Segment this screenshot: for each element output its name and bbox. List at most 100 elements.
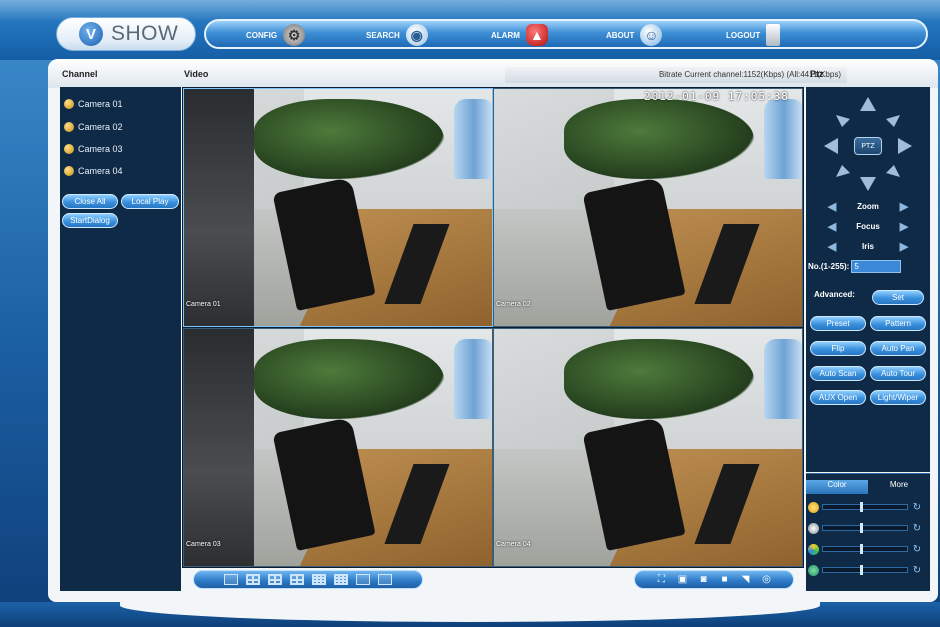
saturation-row: ↻ — [808, 542, 928, 556]
contrast-slider[interactable] — [822, 523, 908, 533]
slider-thumb[interactable] — [860, 523, 864, 533]
video-tile-2[interactable]: 2012-01-09 17:05:38 Camera 02 — [493, 88, 803, 327]
video-tile-label: Camera 02 — [496, 301, 531, 308]
split-6-button[interactable] — [268, 574, 282, 585]
zoom-row: ◀ Zoom ▶ — [806, 199, 930, 213]
channel-item-camera-04[interactable]: Camera 04 — [64, 163, 123, 179]
video-tile-3[interactable]: Camera 03 — [183, 328, 493, 567]
zoom-out-icon[interactable]: ◀ — [824, 199, 840, 213]
tab-more[interactable]: More — [868, 480, 930, 494]
preset-button[interactable]: Preset — [810, 316, 866, 331]
aux-open-button[interactable]: AUX Open — [810, 390, 866, 405]
iris-label: Iris — [861, 241, 874, 251]
video-tile-1[interactable]: Camera 01 — [183, 88, 493, 327]
nav-search[interactable]: SEARCH ◉ — [366, 24, 428, 46]
main-nav: CONFIG ⚙ SEARCH ◉ ALARM ▲ ABOUT ☺ LOGOUT — [204, 19, 928, 49]
channel-item-camera-03[interactable]: Camera 03 — [64, 141, 123, 157]
osd-timestamp: 2012-01-09 17:05:38 — [644, 90, 789, 103]
split-9-button[interactable] — [312, 574, 326, 585]
channel-item-label: Camera 02 — [78, 122, 123, 132]
nav-config-label: CONFIG — [246, 30, 278, 40]
slider-thumb[interactable] — [860, 565, 864, 575]
pattern-button[interactable]: Pattern — [870, 316, 926, 331]
split-4-button[interactable] — [246, 574, 260, 585]
color-tabs: Color More — [806, 480, 930, 494]
arrow-right-icon[interactable] — [898, 138, 912, 154]
focus-far-icon[interactable]: ▶ — [896, 219, 912, 233]
advanced-label: Advanced: — [814, 290, 855, 299]
nav-config[interactable]: CONFIG ⚙ — [246, 24, 306, 46]
flip-button[interactable]: Flip — [810, 341, 866, 356]
brightness-row: ↻ — [808, 500, 928, 514]
light-wiper-button[interactable]: Light/Wiper — [870, 390, 926, 405]
nav-alarm[interactable]: ALARM ▲ — [491, 24, 548, 46]
channel-item-camera-01[interactable]: Camera 01 — [64, 96, 123, 112]
scene-water-jug — [454, 99, 492, 179]
auto-tour-button[interactable]: Auto Tour — [870, 366, 926, 381]
zoom-label: Zoom — [857, 201, 879, 211]
saturation-slider[interactable] — [822, 544, 908, 554]
split-16-button[interactable] — [334, 574, 348, 585]
start-dialog-button[interactable]: StartDialog — [62, 213, 118, 228]
auto-scan-button[interactable]: Auto Scan — [810, 366, 866, 381]
arrow-up-right-icon[interactable] — [886, 115, 900, 127]
brightness-slider[interactable] — [822, 502, 908, 512]
arrow-down-icon[interactable] — [860, 177, 876, 191]
ptz-center-button[interactable]: PTZ — [854, 137, 882, 155]
scene-plants — [564, 339, 754, 419]
video-tile-4[interactable]: Camera 04 — [493, 328, 803, 567]
split-1-button[interactable] — [224, 574, 238, 585]
audio-icon[interactable]: ◥ — [739, 574, 753, 586]
bitrate-info: Bitrate Current channel:1152(Kbps) (All:… — [505, 67, 847, 83]
iris-open-icon[interactable]: ▶ — [896, 239, 912, 253]
split-prev-button[interactable] — [356, 574, 370, 585]
camera-capture-icon[interactable]: ■ — [718, 574, 732, 586]
nav-logout-label: LOGOUT — [726, 30, 761, 40]
panel-header: Channel Video Bitrate Current channel:11… — [48, 59, 938, 88]
tab-color[interactable]: Color — [806, 480, 868, 494]
search-icon: ◉ — [405, 24, 428, 46]
video-tile-label: Camera 04 — [496, 541, 531, 548]
close-all-button[interactable]: Close All — [62, 194, 118, 209]
nav-about[interactable]: ABOUT ☺ — [606, 24, 663, 46]
scene-water-jug — [454, 339, 492, 419]
step-input[interactable] — [851, 259, 902, 273]
snapshot-icon[interactable]: ◙ — [697, 574, 711, 586]
local-play-button[interactable]: Local Play — [121, 194, 179, 209]
arrow-down-right-icon[interactable] — [886, 165, 900, 177]
auto-pan-button[interactable]: Auto Pan — [870, 341, 926, 356]
nav-logout[interactable]: LOGOUT — [726, 24, 781, 46]
split-8-button[interactable] — [290, 574, 304, 585]
focus-near-icon[interactable]: ◀ — [824, 219, 840, 233]
reset-icon[interactable]: ↻ — [911, 501, 923, 513]
record-icon[interactable]: ▣ — [676, 574, 690, 586]
logout-icon — [766, 24, 781, 46]
set-button[interactable]: Set — [872, 290, 924, 305]
settings-icon[interactable]: ◎ — [760, 574, 774, 586]
fullscreen-icon[interactable]: ⛶ — [655, 574, 669, 586]
iris-close-icon[interactable]: ◀ — [824, 239, 840, 253]
reset-icon[interactable]: ↻ — [911, 543, 923, 555]
arrow-up-icon[interactable] — [860, 97, 876, 111]
video-tile-label: Camera 03 — [186, 541, 221, 548]
ptz-panel: PTZ ◀ Zoom ▶ ◀ Focus ▶ ◀ Iris ▶ No.(1-25… — [806, 87, 930, 472]
reset-icon[interactable]: ↻ — [911, 522, 923, 534]
bottom-curve — [120, 602, 820, 622]
scene-person — [184, 329, 254, 566]
arrow-down-left-icon[interactable] — [836, 165, 850, 177]
hue-slider[interactable] — [822, 565, 908, 575]
iris-row: ◀ Iris ▶ — [806, 239, 930, 253]
reset-icon[interactable]: ↻ — [911, 564, 923, 576]
zoom-in-icon[interactable]: ▶ — [896, 199, 912, 213]
channel-item-camera-02[interactable]: Camera 02 — [64, 119, 123, 135]
about-icon: ☺ — [640, 24, 663, 46]
scene-plants — [564, 99, 754, 179]
slider-thumb[interactable] — [860, 502, 864, 512]
hue-icon — [808, 564, 819, 576]
arrow-up-left-icon[interactable] — [836, 115, 850, 127]
slider-thumb[interactable] — [860, 544, 864, 554]
split-next-button[interactable] — [378, 574, 392, 585]
video-tile-label: Camera 01 — [186, 301, 221, 308]
contrast-icon — [808, 522, 819, 534]
arrow-left-icon[interactable] — [824, 138, 838, 154]
